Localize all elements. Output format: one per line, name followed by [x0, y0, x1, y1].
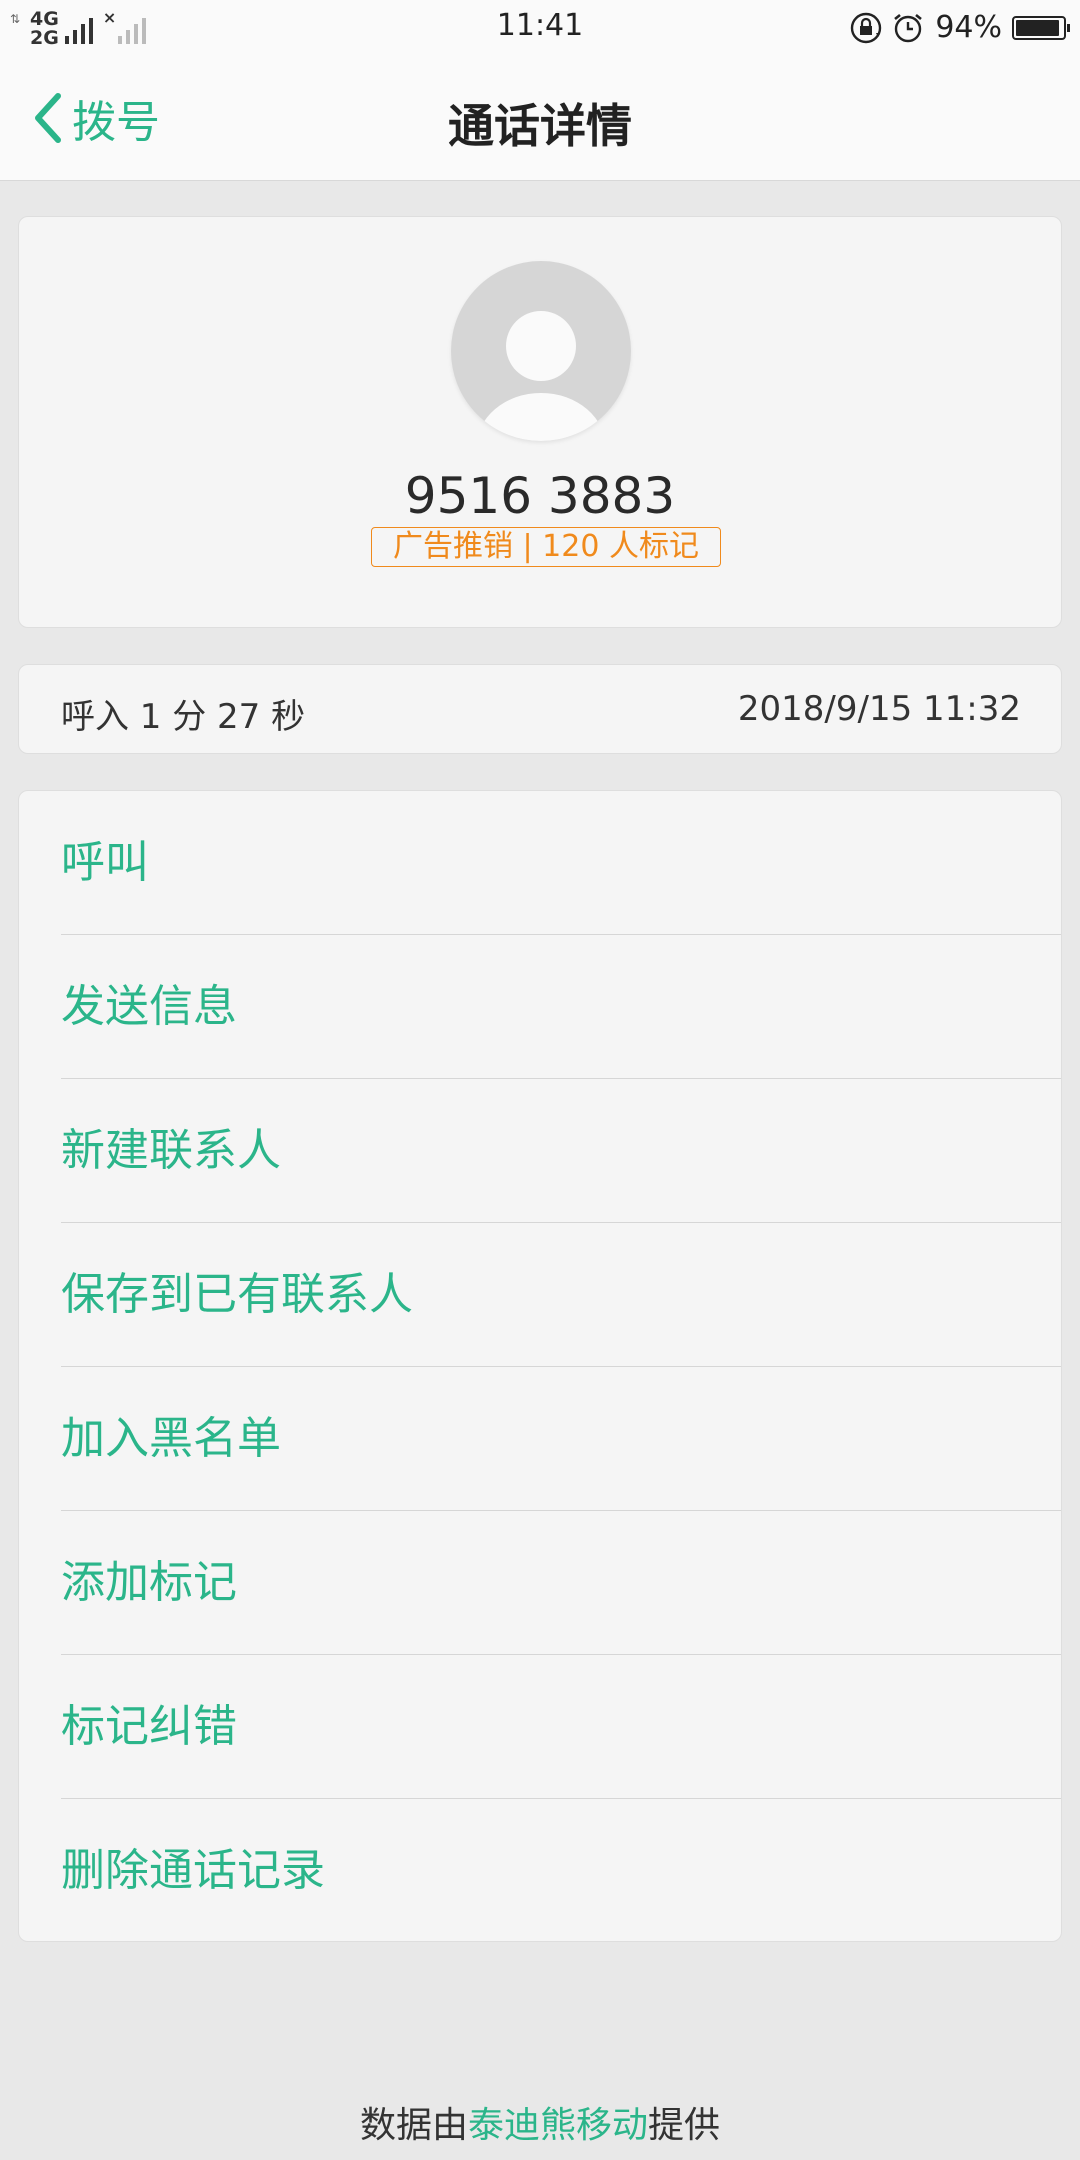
delete-call-log-action[interactable]: 删除通话记录	[61, 1799, 1061, 1942]
actions-list: 呼叫 发送信息 新建联系人 保存到已有联系人 加入黑名单 添加标记 标记纠错 删…	[18, 790, 1062, 1942]
rotation-lock-icon	[851, 12, 882, 43]
contact-card: 9516 3883 广告推销 | 120 人标记	[18, 216, 1062, 628]
alarm-icon	[894, 13, 923, 42]
phone-number: 9516 3883	[404, 467, 676, 525]
new-contact-action[interactable]: 新建联系人	[61, 1079, 1061, 1223]
save-to-existing-contact-action[interactable]: 保存到已有联系人	[61, 1223, 1061, 1367]
send-message-action[interactable]: 发送信息	[61, 935, 1061, 1079]
call-type-duration: 呼入 1 分 27 秒	[61, 697, 306, 737]
battery-icon	[1012, 15, 1070, 40]
top-app-bar: 拨号 通话详情	[0, 56, 1080, 181]
call-datetime: 2018/9/15 11:32	[737, 689, 1021, 729]
call-action[interactable]: 呼叫	[61, 791, 1061, 935]
footer-prefix: 数据由	[359, 2105, 468, 2146]
page-title: 通话详情	[448, 99, 632, 153]
status-icons: 94%	[841, 10, 1070, 45]
add-to-blacklist-action[interactable]: 加入黑名单	[61, 1367, 1061, 1511]
battery-percent: 94%	[935, 10, 1002, 45]
spam-tag-badge: 广告推销 | 120 人标记	[371, 527, 721, 567]
status-bar: ⇅ 4G 2G × 11:41 94%	[0, 0, 1080, 56]
avatar	[451, 261, 631, 441]
call-record-card: 呼入 1 分 27 秒 2018/9/15 11:32	[18, 664, 1062, 754]
footer-suffix: 提供	[648, 2105, 721, 2146]
provider-brand-link[interactable]: 泰迪熊移动	[468, 2105, 648, 2146]
data-provider-footer: 数据由泰迪熊移动提供	[0, 2096, 1080, 2148]
add-tag-action[interactable]: 添加标记	[61, 1511, 1061, 1655]
correct-tag-action[interactable]: 标记纠错	[61, 1655, 1061, 1799]
